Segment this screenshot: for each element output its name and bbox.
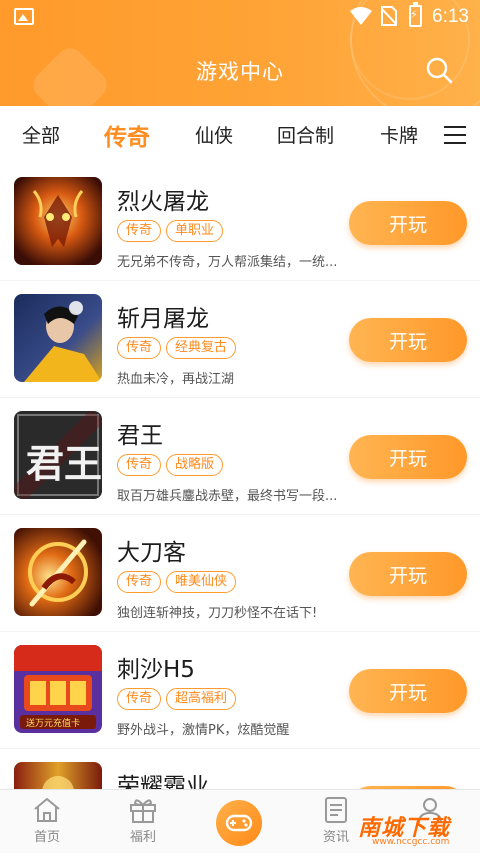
game-icon-dragon [14,177,102,265]
list-item[interactable]: 烈火屠龙 传奇 单职业 无兄弟不传奇，万人帮派集结，一统... 开玩 [0,164,480,280]
image-notification-icon [14,8,34,25]
app-header: 6:13 游戏中心 [0,0,480,106]
page-title: 游戏中心 [196,60,284,84]
tab-card[interactable]: 卡牌 [380,121,418,148]
game-name: 君王 [117,423,163,449]
nav-welfare[interactable]: 福利 [113,796,173,845]
game-name: 烈火屠龙 [117,189,209,215]
game-name: 大刀客 [117,540,186,566]
battery-icon [409,2,422,27]
game-tag: 战略版 [166,454,224,476]
list-item[interactable]: 君王 君王 传奇 战略版 取百万雄兵鏖战赤壁，最终书写一段... 开玩 [0,398,480,514]
game-description: 独创连斩神技，刀刀秒怪不在话下! [117,606,318,621]
play-button[interactable]: 开玩 [349,669,467,713]
watermark-logo: 南城下载 www.nccgcc.com [358,810,472,850]
home-icon [34,797,60,822]
news-icon [325,797,347,823]
tab-turn-based[interactable]: 回合制 [277,121,334,148]
game-tag: 传奇 [117,337,162,359]
gift-icon [130,799,156,823]
nav-home[interactable]: 首页 [17,796,77,845]
game-tag: 超高福利 [166,688,237,710]
status-bar: 6:13 [0,0,480,34]
play-button[interactable]: 开玩 [349,318,467,362]
game-tag: 经典复古 [166,337,237,359]
list-item[interactable]: 荣耀霸业 开玩 [0,749,480,789]
game-tag: 单职业 [166,220,224,242]
category-tabs: 全部 传奇 仙侠 回合制 卡牌 [0,106,480,164]
game-name: 斩月屠龙 [117,306,209,332]
game-description: 热血未冷，再战江湖 [117,372,235,387]
menu-icon[interactable] [444,126,466,144]
game-description: 取百万雄兵鏖战赤壁，最终书写一段... [117,489,338,504]
game-icon-cisha: 送万元充值卡 [14,645,102,733]
status-time: 6:13 [432,6,469,27]
game-tag: 传奇 [117,220,162,242]
list-item[interactable]: 大刀客 传奇 唯美仙侠 独创连斩神技，刀刀秒怪不在话下! 开玩 [0,515,480,631]
play-button[interactable]: 开玩 [349,201,467,245]
list-item[interactable]: 斩月屠龙 传奇 经典复古 热血未冷，再战江湖 开玩 [0,281,480,397]
game-icon-text: 君王 [26,441,102,486]
nav-news[interactable]: 资讯 [306,796,366,845]
game-tag: 传奇 [117,454,162,476]
game-icon-junwang: 君王 [14,411,102,499]
game-name: 荣耀霸业 [117,774,209,789]
tab-all[interactable]: 全部 [22,121,60,148]
list-item[interactable]: 送万元充值卡 刺沙H5 传奇 超高福利 野外战斗，激情PK，炫酷觉醒 开玩 [0,632,480,748]
game-icon-warrior [14,294,102,382]
play-button[interactable]: 开玩 [349,435,467,479]
tab-xianxia[interactable]: 仙侠 [195,121,233,148]
gamepad-icon [225,814,253,832]
no-sim-icon [381,6,397,26]
game-icon-blade [14,528,102,616]
play-button[interactable]: 开玩 [349,552,467,596]
wifi-icon [350,7,372,25]
nav-label: 资讯 [322,830,349,845]
game-tag: 传奇 [117,571,162,593]
game-icon-text: 送万元充值卡 [26,717,80,729]
game-description: 无兄弟不传奇，万人帮派集结，一统... [117,255,338,270]
game-list: 烈火屠龙 传奇 单职业 无兄弟不传奇，万人帮派集结，一统... 开玩 斩月屠龙 … [0,164,480,789]
bottom-navigation: 首页 福利 资讯 南城下载 www.nccgcc.com [0,789,480,853]
game-name: 刺沙H5 [117,657,195,683]
tab-chuanqi[interactable]: 传奇 [104,118,150,152]
game-tag: 传奇 [117,688,162,710]
game-tag: 唯美仙侠 [166,571,237,593]
nav-games[interactable] [216,800,262,846]
search-icon[interactable] [424,55,454,85]
game-description: 野外战斗，激情PK，炫酷觉醒 [117,723,290,738]
nav-label: 首页 [33,830,60,845]
watermark-url: www.nccgcc.com [372,837,450,847]
nav-label: 福利 [129,830,156,845]
game-icon-rongyao [14,762,102,789]
